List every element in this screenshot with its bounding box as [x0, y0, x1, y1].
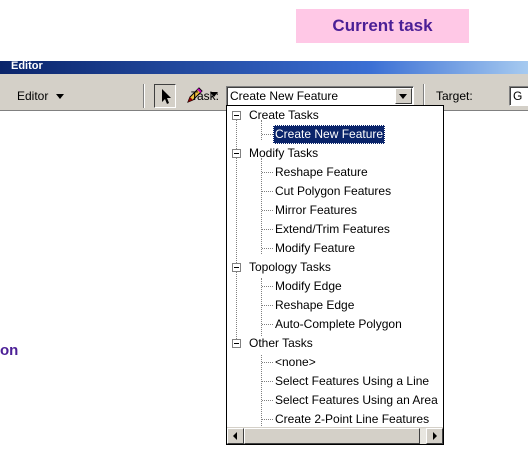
target-label: Target: [436, 89, 473, 103]
tree-connector [262, 362, 273, 363]
editor-menu-label: Editor [17, 89, 49, 103]
target-label-text: Target: [436, 89, 473, 103]
tree-connector [262, 305, 273, 306]
chevron-down-icon [399, 94, 407, 99]
tree-item-cut-polygon-features[interactable]: Cut Polygon Features [275, 182, 391, 201]
task-label: Task: [191, 89, 219, 103]
toolbar-separator [143, 84, 145, 108]
arrow-left-icon [233, 432, 237, 440]
tree-item-mirror-features[interactable]: Mirror Features [275, 201, 357, 220]
tree-connector [261, 355, 262, 432]
task-dropdown-list[interactable]: Create Tasks Create New Feature Modify T… [226, 105, 444, 445]
chevron-down-icon [55, 94, 64, 100]
tree-connector [262, 381, 273, 382]
collapse-icon[interactable] [232, 149, 241, 158]
editor-title-bar[interactable]: Editor [0, 60, 528, 74]
tree-item-extend-trim-features[interactable]: Extend/Trim Features [275, 220, 390, 239]
tree-group-topology-tasks[interactable]: Topology Tasks [249, 258, 331, 277]
task-current-value: Create New Feature [230, 89, 339, 103]
edit-tool-button[interactable] [154, 84, 176, 108]
arrow-right-icon [433, 432, 437, 440]
tree-item-select-features-using-a-line[interactable]: Select Features Using a Line [275, 372, 429, 391]
tree-connector [262, 134, 273, 135]
tree-connector [262, 419, 273, 420]
tree-item-reshape-edge[interactable]: Reshape Edge [275, 296, 354, 315]
tree-connector [262, 286, 273, 287]
tree-item-create-new-feature[interactable]: Create New Feature [273, 125, 386, 144]
scroll-right-button[interactable] [426, 428, 443, 444]
task-label-text: Task: [191, 89, 220, 103]
target-dropdown[interactable]: G [509, 86, 528, 106]
tree-item-auto-complete-polygon[interactable]: Auto-Complete Polygon [275, 315, 402, 334]
scroll-left-button[interactable] [227, 428, 244, 444]
scroll-thumb[interactable] [244, 428, 420, 444]
window-title: Editor [11, 60, 43, 72]
editor-menu-button[interactable]: Editor [17, 89, 64, 103]
tree-group-other-tasks[interactable]: Other Tasks [249, 334, 313, 353]
tree-group-create-tasks[interactable]: Create Tasks [249, 106, 319, 125]
collapse-icon[interactable] [232, 339, 241, 348]
tree-item-modify-feature[interactable]: Modify Feature [275, 239, 355, 258]
tree-item-modify-edge[interactable]: Modify Edge [275, 277, 342, 296]
tree-connector [262, 229, 273, 230]
task-dropdown[interactable]: Create New Feature [226, 86, 414, 106]
tree-connector [262, 400, 273, 401]
tree-connector [262, 324, 273, 325]
task-tree: Create Tasks Create New Feature Modify T… [227, 106, 443, 432]
side-label-fragment: on [0, 342, 19, 359]
tree-connector [262, 172, 273, 173]
target-current-value: G [513, 89, 523, 103]
tree-connector [262, 210, 273, 211]
task-dropdown-button[interactable] [395, 88, 412, 104]
arrow-pointer-icon [162, 89, 171, 104]
tree-item-reshape-feature[interactable]: Reshape Feature [275, 163, 368, 182]
current-task-callout: Current task [296, 9, 469, 43]
tree-item-select-features-using-an-area[interactable]: Select Features Using an Area [275, 391, 438, 410]
collapse-icon[interactable] [232, 263, 241, 272]
tree-item-none[interactable]: <none> [275, 353, 316, 372]
tree-connector [262, 248, 273, 249]
tree-connector [262, 191, 273, 192]
collapse-icon[interactable] [232, 111, 241, 120]
horizontal-scrollbar[interactable] [227, 427, 443, 444]
tree-group-modify-tasks[interactable]: Modify Tasks [249, 144, 318, 163]
